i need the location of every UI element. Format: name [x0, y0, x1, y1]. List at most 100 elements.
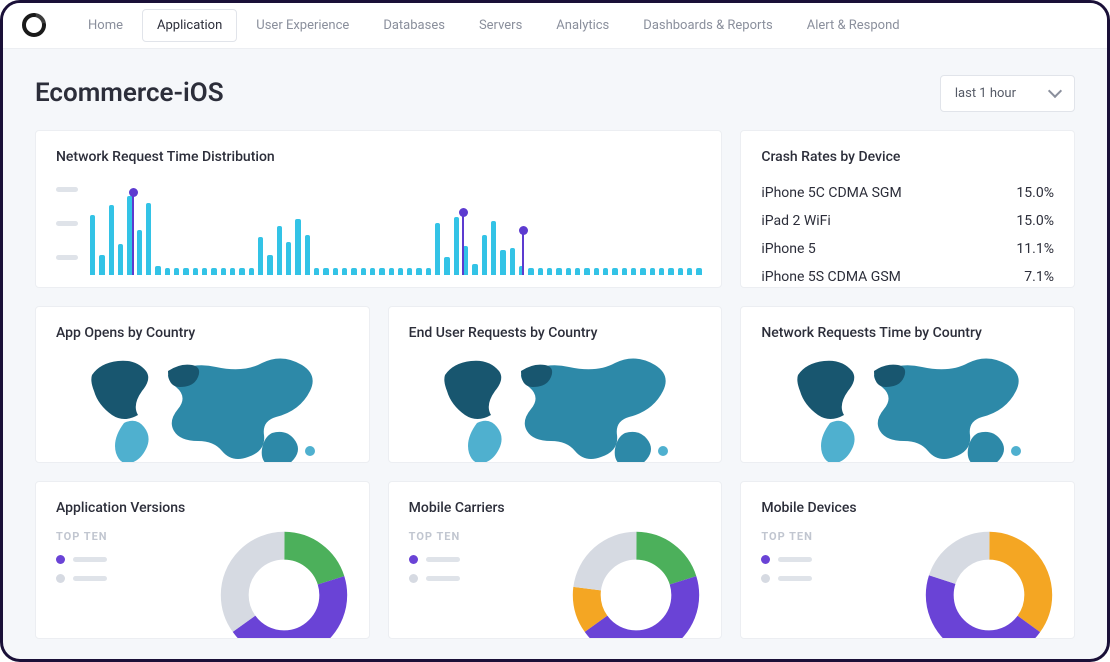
- donut-chart: [924, 530, 1054, 639]
- card-end-user-requests-country: End User Requests by Country: [388, 306, 723, 464]
- chart-bar: [407, 268, 412, 275]
- nav-databases[interactable]: Databases: [368, 9, 460, 42]
- chart-bar: [556, 268, 561, 275]
- legend-heading: TOP TEN: [56, 530, 108, 543]
- nav-alert-respond[interactable]: Alert & Respond: [792, 9, 915, 42]
- chevron-down-icon: [1048, 84, 1062, 98]
- legend-row: [56, 574, 108, 583]
- logo-icon: [21, 12, 47, 38]
- chart-bar: [258, 237, 263, 275]
- legend-row: [761, 555, 813, 564]
- chart-bar: [603, 268, 608, 275]
- chart-bar: [444, 257, 449, 275]
- card-title: App Opens by Country: [56, 325, 349, 341]
- legend-row: [409, 574, 461, 583]
- chart-bar: [547, 268, 552, 275]
- card-application-versions: Application Versions TOP TEN: [35, 481, 370, 639]
- chart-bar: [239, 268, 244, 275]
- chart-bar: [538, 268, 543, 275]
- time-range-value: last 1 hour: [955, 86, 1016, 101]
- chart-bar: [454, 217, 459, 275]
- chart-bar: [361, 268, 366, 275]
- chart-bar: [137, 230, 142, 275]
- chart-bar: [389, 268, 394, 275]
- crash-rate-value: 7.1%: [1024, 269, 1054, 285]
- nav-dashboards-reports[interactable]: Dashboards & Reports: [628, 9, 787, 42]
- chart-bar: [183, 268, 188, 275]
- world-map: [409, 355, 702, 464]
- time-range-select[interactable]: last 1 hour: [940, 75, 1075, 112]
- legend-heading: TOP TEN: [761, 530, 813, 543]
- crash-rate-row: iPhone 5C CDMA SGM 15.0%: [761, 179, 1054, 207]
- device-name: iPhone 5C CDMA SGM: [761, 185, 901, 201]
- legend-row: [409, 555, 461, 564]
- chart-bar: [640, 268, 645, 275]
- nav-user-experience[interactable]: User Experience: [241, 9, 364, 42]
- chart-bar: [594, 268, 599, 275]
- chart-bar: [622, 268, 627, 275]
- nav-application[interactable]: Application: [142, 9, 237, 42]
- legend-row: [761, 574, 813, 583]
- chart-bar: [575, 268, 580, 275]
- nav-home[interactable]: Home: [73, 9, 138, 42]
- nav-analytics[interactable]: Analytics: [541, 9, 624, 42]
- crash-rate-value: 15.0%: [1016, 213, 1054, 229]
- legend: TOP TEN: [409, 530, 461, 583]
- world-map: [56, 355, 349, 464]
- chart-bar: [612, 268, 617, 275]
- chart-bar: [650, 268, 655, 275]
- donut-chart: [219, 530, 349, 639]
- chart-bar: [435, 223, 440, 275]
- chart-bar: [379, 268, 384, 275]
- donut-chart: [571, 530, 701, 639]
- nav-servers[interactable]: Servers: [464, 9, 537, 42]
- chart-bar: [174, 268, 179, 275]
- chart-bar: [528, 268, 533, 275]
- chart-bar: [342, 268, 347, 275]
- chart-marker: [462, 212, 464, 275]
- chart-marker: [522, 230, 524, 275]
- chart-bar: [678, 268, 683, 275]
- crash-rate-value: 15.0%: [1016, 185, 1054, 201]
- crash-rate-value: 11.1%: [1016, 241, 1054, 257]
- chart-bar: [155, 266, 160, 275]
- dashboard-grid: Network Request Time Distribution Crash …: [3, 130, 1107, 659]
- top-nav: Home Application User Experience Databas…: [3, 3, 1107, 49]
- chart-bar: [314, 268, 319, 275]
- card-mobile-carriers: Mobile Carriers TOP TEN: [388, 481, 723, 639]
- app-window: Home Application User Experience Databas…: [0, 0, 1110, 662]
- chart-bar: [193, 268, 198, 275]
- device-name: iPad 2 WiFi: [761, 213, 830, 229]
- page-title: Ecommerce-iOS: [35, 78, 224, 108]
- page-header: Ecommerce-iOS last 1 hour: [3, 49, 1107, 130]
- crash-rate-row: iPhone 5S CDMA GSM 7.1%: [761, 263, 1054, 288]
- card-title: Mobile Carriers: [409, 500, 702, 516]
- chart-bar: [221, 268, 226, 275]
- chart-bar: [687, 268, 692, 275]
- crash-rate-list: iPhone 5C CDMA SGM15.0%iPad 2 WiFi15.0%i…: [761, 179, 1054, 288]
- card-title: Application Versions: [56, 500, 349, 516]
- chart-bar: [500, 250, 505, 275]
- chart-bar: [472, 264, 477, 275]
- legend: TOP TEN: [56, 530, 108, 583]
- device-name: iPhone 5S CDMA GSM: [761, 269, 901, 285]
- chart-bar: [109, 205, 114, 275]
- chart-bar: [510, 248, 515, 275]
- device-name: iPhone 5: [761, 241, 815, 257]
- chart-bar: [659, 268, 664, 275]
- distribution-chart: [56, 179, 701, 288]
- crash-rate-row: iPad 2 WiFi 15.0%: [761, 207, 1054, 235]
- chart-bar: [370, 268, 375, 275]
- chart-bar: [267, 255, 272, 275]
- chart-bar: [482, 235, 487, 275]
- chart-bar: [323, 268, 328, 275]
- chart-bar: [295, 219, 300, 275]
- chart-bar: [398, 268, 403, 275]
- chart-bar: [351, 268, 356, 275]
- card-title: Network Requests Time by Country: [761, 325, 1054, 341]
- card-title: Network Request Time Distribution: [56, 149, 701, 165]
- card-title: End User Requests by Country: [409, 325, 702, 341]
- card-title: Mobile Devices: [761, 500, 1054, 516]
- crash-rate-row: iPhone 5 11.1%: [761, 235, 1054, 263]
- chart-bar: [696, 268, 701, 275]
